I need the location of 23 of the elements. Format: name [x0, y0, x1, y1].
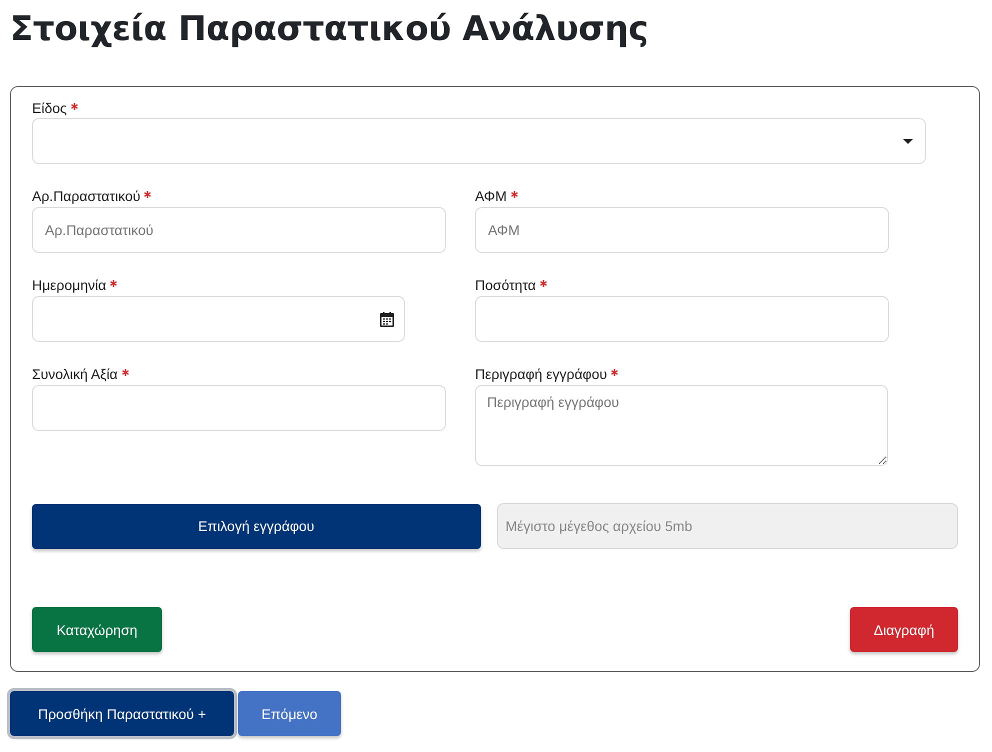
field-label: ΑΦΜ [475, 187, 507, 205]
caret-icon [903, 139, 913, 144]
field-label: Αρ.Παραστατικού [32, 187, 140, 205]
field-label: Συνολική Αξία [32, 365, 118, 383]
save-button[interactable]: Καταχώρηση [32, 607, 162, 652]
choose-file-button[interactable]: Επιλογή εγγράφου [32, 504, 481, 548]
input-field[interactable] [32, 385, 446, 431]
field-label: Ημερομηνία [32, 276, 106, 294]
calendar-icon [380, 312, 394, 327]
input-field[interactable]: Αρ.Παραστατικού [32, 207, 446, 253]
input-field[interactable]: ΑΦΜ [475, 207, 889, 253]
add-document-button[interactable]: Προσθήκη Παραστατικού + [10, 691, 234, 736]
file-size-hint-field: Μέγιστο μέγεθος αρχείου 5mb [496, 503, 958, 549]
input-field[interactable] [475, 296, 889, 342]
date-field[interactable] [32, 296, 405, 342]
delete-button[interactable]: Διαγραφή [850, 607, 958, 652]
field-label: Ποσότητα [475, 276, 536, 294]
page-title: Στοιχεία Παραστατικού Ανάλυσης [10, 8, 650, 51]
field-label: Περιγραφή εγγράφου [475, 365, 608, 383]
description-field[interactable]: Περιγραφή εγγράφου [475, 385, 888, 466]
field-label: Είδος [32, 99, 67, 117]
dropdown-field[interactable] [32, 118, 926, 164]
next-button[interactable]: Επόμενο [238, 691, 341, 736]
